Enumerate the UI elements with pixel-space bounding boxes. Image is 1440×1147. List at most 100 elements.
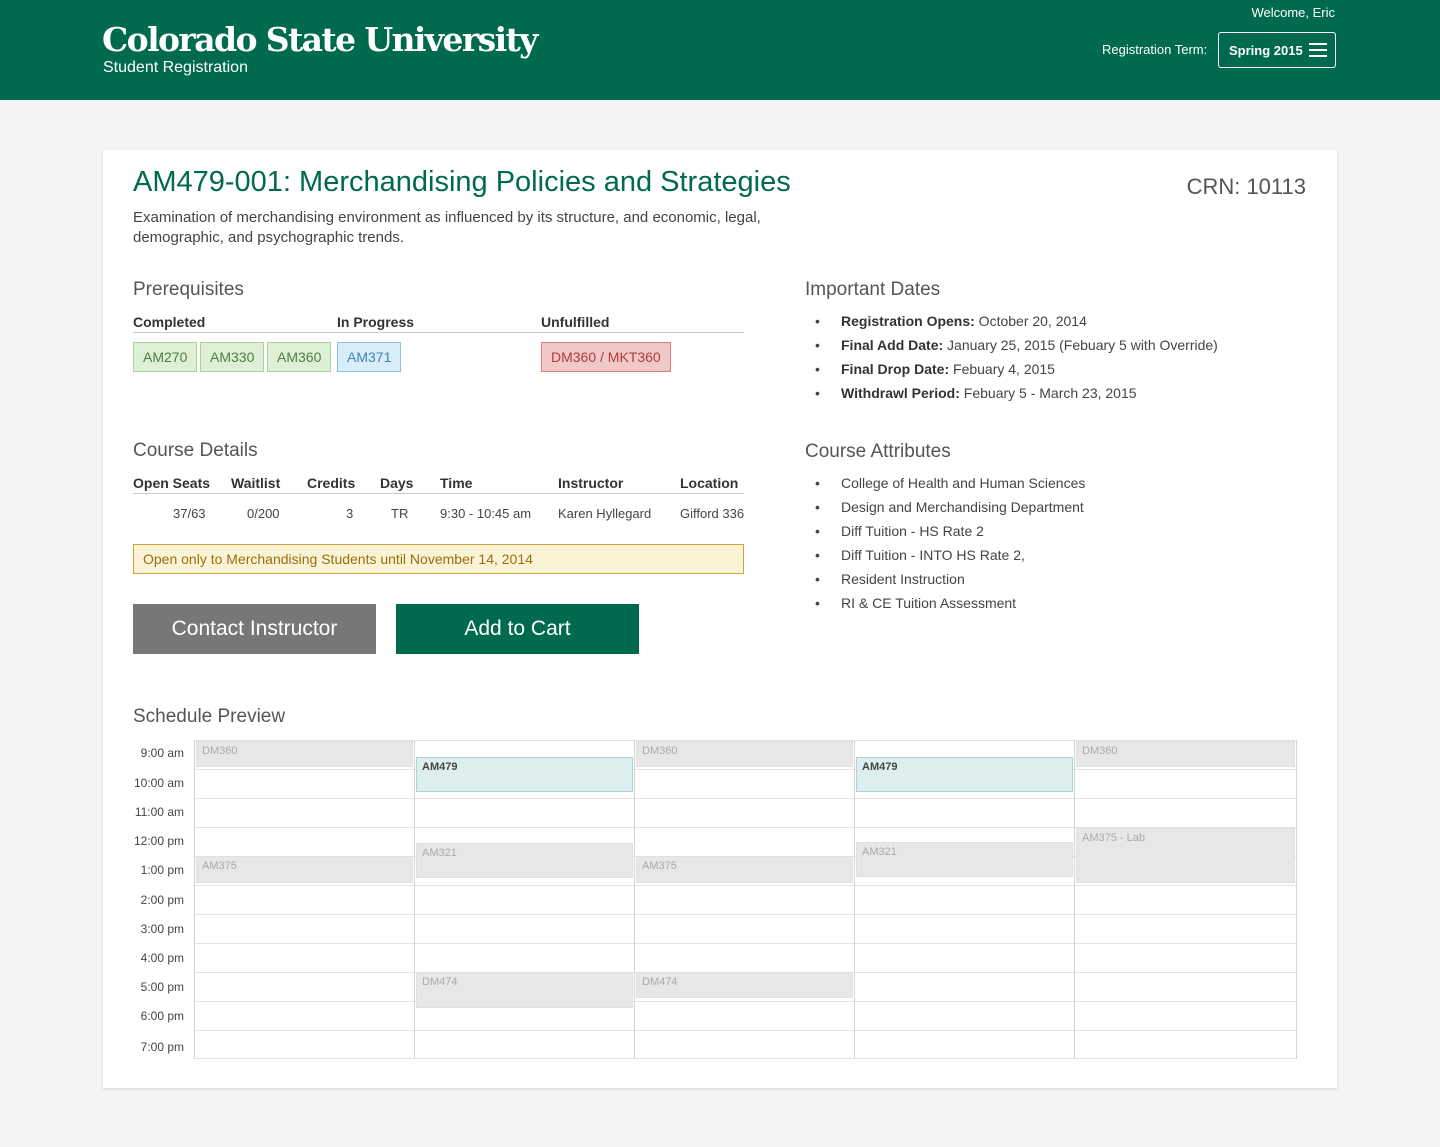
prereq-tag-completed[interactable]: AM330 [200, 342, 265, 372]
time-label: 9:00 am [140, 746, 184, 760]
hamburger-menu-icon [1309, 43, 1327, 57]
date-value: Febuary 5 - March 23, 2015 [959, 385, 1137, 401]
course-attributes-heading: Course Attributes [805, 441, 951, 462]
prereq-tag-unfulfilled[interactable]: DM360 / MKT360 [541, 342, 671, 372]
schedule-block[interactable]: DM360 [636, 741, 853, 767]
time-label: 6:00 pm [140, 1009, 184, 1023]
attribute-item: Design and Merchandising Department [806, 499, 1084, 515]
course-code: AM479-001 [133, 166, 283, 198]
university-logo[interactable]: Colorado State University [102, 20, 538, 59]
restriction-notice: Open only to Merchandising Students unti… [133, 544, 744, 574]
day-column-line [634, 740, 635, 1059]
date-label: Final Add Date: [841, 337, 944, 353]
time-value: 9:30 - 10:45 am [440, 506, 532, 521]
schedule-block[interactable]: AM375 - Lab [1076, 828, 1295, 883]
grid-line [194, 769, 1297, 770]
date-label: Registration Opens: [841, 313, 975, 329]
schedule-block[interactable]: AM321 [856, 842, 1073, 877]
time-label: 12:00 pm [134, 834, 185, 848]
schedule-grid: 9:00 am 10:00 am 11:00 am 12:00 pm 1:00 … [134, 740, 1297, 1059]
column-header: Location [680, 475, 739, 491]
attribute-item: Diff Tuition - INTO HS Rate 2, [806, 547, 1025, 563]
schedule-block-current[interactable]: AM479 [416, 757, 633, 792]
schedule-block[interactable]: AM375 [196, 856, 413, 883]
location-value[interactable]: Gifford 336 [680, 506, 744, 521]
grid-line [194, 1030, 1297, 1031]
schedule-block[interactable]: AM321 [416, 843, 633, 878]
credits-value: 3 [346, 506, 354, 521]
instructor-value[interactable]: Karen Hyllegard [558, 506, 651, 521]
date-value: January 25, 2015 (Febuary 5 with Overrid… [943, 337, 1218, 353]
term-label: Registration Term: [1102, 42, 1208, 57]
grid-line [194, 914, 1297, 915]
course-name: : Merchandising Policies and Strategies [282, 166, 791, 198]
site-header: Colorado State University Student Regist… [0, 0, 1440, 100]
column-header: Open Seats [133, 475, 211, 491]
prereq-tag-completed[interactable]: AM360 [267, 342, 332, 372]
column-header: Time [440, 475, 473, 491]
day-column-line [1074, 740, 1075, 1059]
day-column-line [854, 740, 855, 1059]
course-title: AM479-001: Merchandising Policies and St… [133, 166, 791, 199]
schedule-block-current[interactable]: AM479 [856, 757, 1073, 792]
important-dates-heading: Important Dates [805, 279, 941, 300]
unfulfilled-label: Unfulfilled [541, 314, 610, 330]
waitlist-value: 0/200 [247, 506, 280, 521]
column-header: Waitlist [231, 475, 281, 491]
schedule-preview-heading: Schedule Preview [133, 706, 286, 727]
term-selector-button[interactable]: Spring 2015 [1218, 32, 1336, 68]
day-column-line [1296, 740, 1297, 1059]
term-value: Spring 2015 [1229, 43, 1303, 58]
contact-instructor-button[interactable]: Contact Instructor [133, 604, 376, 654]
date-item: Final Drop Date: Febuary 4, 2015 [806, 361, 1055, 377]
column-header: Credits [307, 475, 356, 491]
time-label: 11:00 am [134, 805, 184, 819]
completed-label: Completed [133, 314, 206, 330]
date-label: Withdrawl Period: [841, 385, 960, 401]
crn-label: CRN: 10113 [1186, 174, 1306, 199]
attribute-item: RI & CE Tuition Assessment [806, 595, 1016, 611]
grid-line [194, 798, 1297, 799]
date-value: Febuary 4, 2015 [949, 361, 1055, 377]
date-item: Final Add Date: January 25, 2015 (Febuar… [806, 337, 1218, 353]
schedule-block[interactable]: DM360 [1076, 741, 1295, 767]
grid-line [194, 943, 1297, 944]
prerequisites-heading: Prerequisites [133, 279, 244, 300]
schedule-block[interactable]: DM474 [636, 972, 853, 998]
day-column-line [414, 740, 415, 1059]
schedule-block[interactable]: DM360 [196, 741, 413, 767]
time-label: 10:00 am [134, 776, 185, 790]
course-description: Examination of merchandising environment… [133, 209, 761, 246]
time-label: 4:00 pm [140, 951, 184, 965]
grid-line [194, 1001, 1297, 1002]
divider [133, 332, 744, 333]
attribute-item: College of Health and Human Sciences [806, 475, 1085, 491]
time-label: 1:00 pm [140, 863, 184, 877]
divider [133, 493, 744, 494]
welcome-message: Welcome, Eric [1251, 5, 1335, 20]
schedule-block[interactable]: DM474 [416, 972, 633, 1008]
time-label: 7:00 pm [140, 1040, 184, 1054]
in-progress-label: In Progress [337, 314, 415, 330]
time-label: 2:00 pm [140, 893, 184, 907]
column-header: Days [380, 475, 414, 491]
date-value: October 20, 2014 [974, 313, 1087, 329]
grid-line [194, 885, 1297, 886]
date-label: Final Drop Date: [841, 361, 950, 377]
prereq-tag-in-progress[interactable]: AM371 [337, 342, 402, 372]
schedule-block[interactable]: AM375 [636, 856, 853, 883]
days-value: TR [391, 506, 409, 521]
time-label: 5:00 pm [140, 980, 184, 994]
attribute-item: Diff Tuition - HS Rate 2 [806, 523, 984, 539]
app-subtitle: Student Registration [103, 59, 248, 76]
column-header: Instructor [558, 475, 624, 491]
open-seats-value: 37/63 [173, 506, 206, 521]
course-detail-card: AM479-001: Merchandising Policies and St… [103, 150, 1337, 1088]
add-to-cart-button[interactable]: Add to Cart [396, 604, 639, 654]
attribute-item: Resident Instruction [806, 571, 965, 587]
course-details-heading: Course Details [133, 440, 258, 461]
day-column-line [194, 740, 195, 1059]
prereq-tag-completed[interactable]: AM270 [133, 342, 198, 372]
date-item: Withdrawl Period: Febuary 5 - March 23, … [806, 385, 1137, 401]
grid-line [194, 1058, 1297, 1059]
